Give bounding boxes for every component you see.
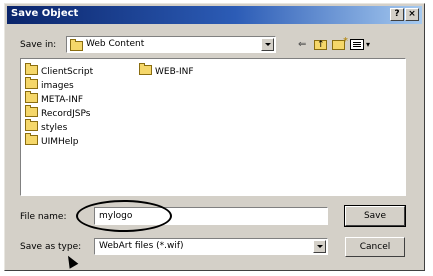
save-as-type-label: Save as type: (20, 242, 82, 252)
folder-icon (25, 105, 38, 117)
list-item-label: images (41, 81, 74, 91)
highlight-ellipse (76, 200, 172, 232)
views-dropdown-arrow[interactable]: ▾ (366, 38, 370, 52)
back-icon[interactable]: ⇐ (298, 38, 306, 52)
new-folder-icon[interactable] (332, 35, 348, 50)
list-item-label: styles (41, 123, 68, 133)
list-item[interactable]: WEB-INF (139, 63, 194, 77)
dialog-title: Save Object (11, 8, 79, 19)
list-item-label: WEB-INF (155, 67, 194, 77)
list-item[interactable]: ClientScript (25, 63, 94, 77)
folder-icon (25, 77, 38, 89)
save-in-dropdown[interactable]: Web Content (66, 36, 276, 53)
dropdown-arrow-icon[interactable] (261, 38, 274, 51)
dropdown-arrow-icon[interactable] (313, 240, 326, 253)
cancel-button[interactable]: Cancel (345, 237, 405, 257)
folder-icon (70, 39, 83, 51)
views-menu-icon[interactable] (350, 39, 364, 50)
list-item-label: META-INF (41, 95, 84, 105)
file-name-label: File name: (20, 212, 67, 222)
list-item[interactable]: RecordJSPs (25, 105, 91, 119)
help-button[interactable]: ? (390, 8, 404, 21)
list-item[interactable]: UIMHelp (25, 133, 79, 147)
list-item[interactable]: images (25, 77, 74, 91)
list-item-label: RecordJSPs (41, 109, 91, 119)
up-folder-icon[interactable] (314, 38, 327, 52)
save-button[interactable]: Save (344, 205, 406, 227)
file-list[interactable]: ClientScript images META-INF RecordJSPs … (20, 58, 406, 196)
folder-icon (25, 63, 38, 75)
folder-icon (25, 91, 38, 103)
folder-icon (25, 133, 38, 145)
list-item[interactable]: styles (25, 119, 68, 133)
folder-icon (139, 63, 152, 75)
list-item-label: ClientScript (41, 67, 94, 77)
save-as-type-dropdown[interactable]: WebArt files (*.wif) (94, 238, 328, 255)
list-item[interactable]: META-INF (25, 91, 84, 105)
title-bar[interactable]: Save Object ? × (7, 6, 422, 24)
save-as-type-value: WebArt files (*.wif) (99, 241, 184, 251)
save-in-value: Web Content (86, 39, 145, 49)
list-item-label: UIMHelp (41, 137, 79, 147)
save-in-label: Save in: (20, 40, 57, 50)
folder-icon (25, 119, 38, 131)
close-button[interactable]: × (405, 8, 419, 21)
